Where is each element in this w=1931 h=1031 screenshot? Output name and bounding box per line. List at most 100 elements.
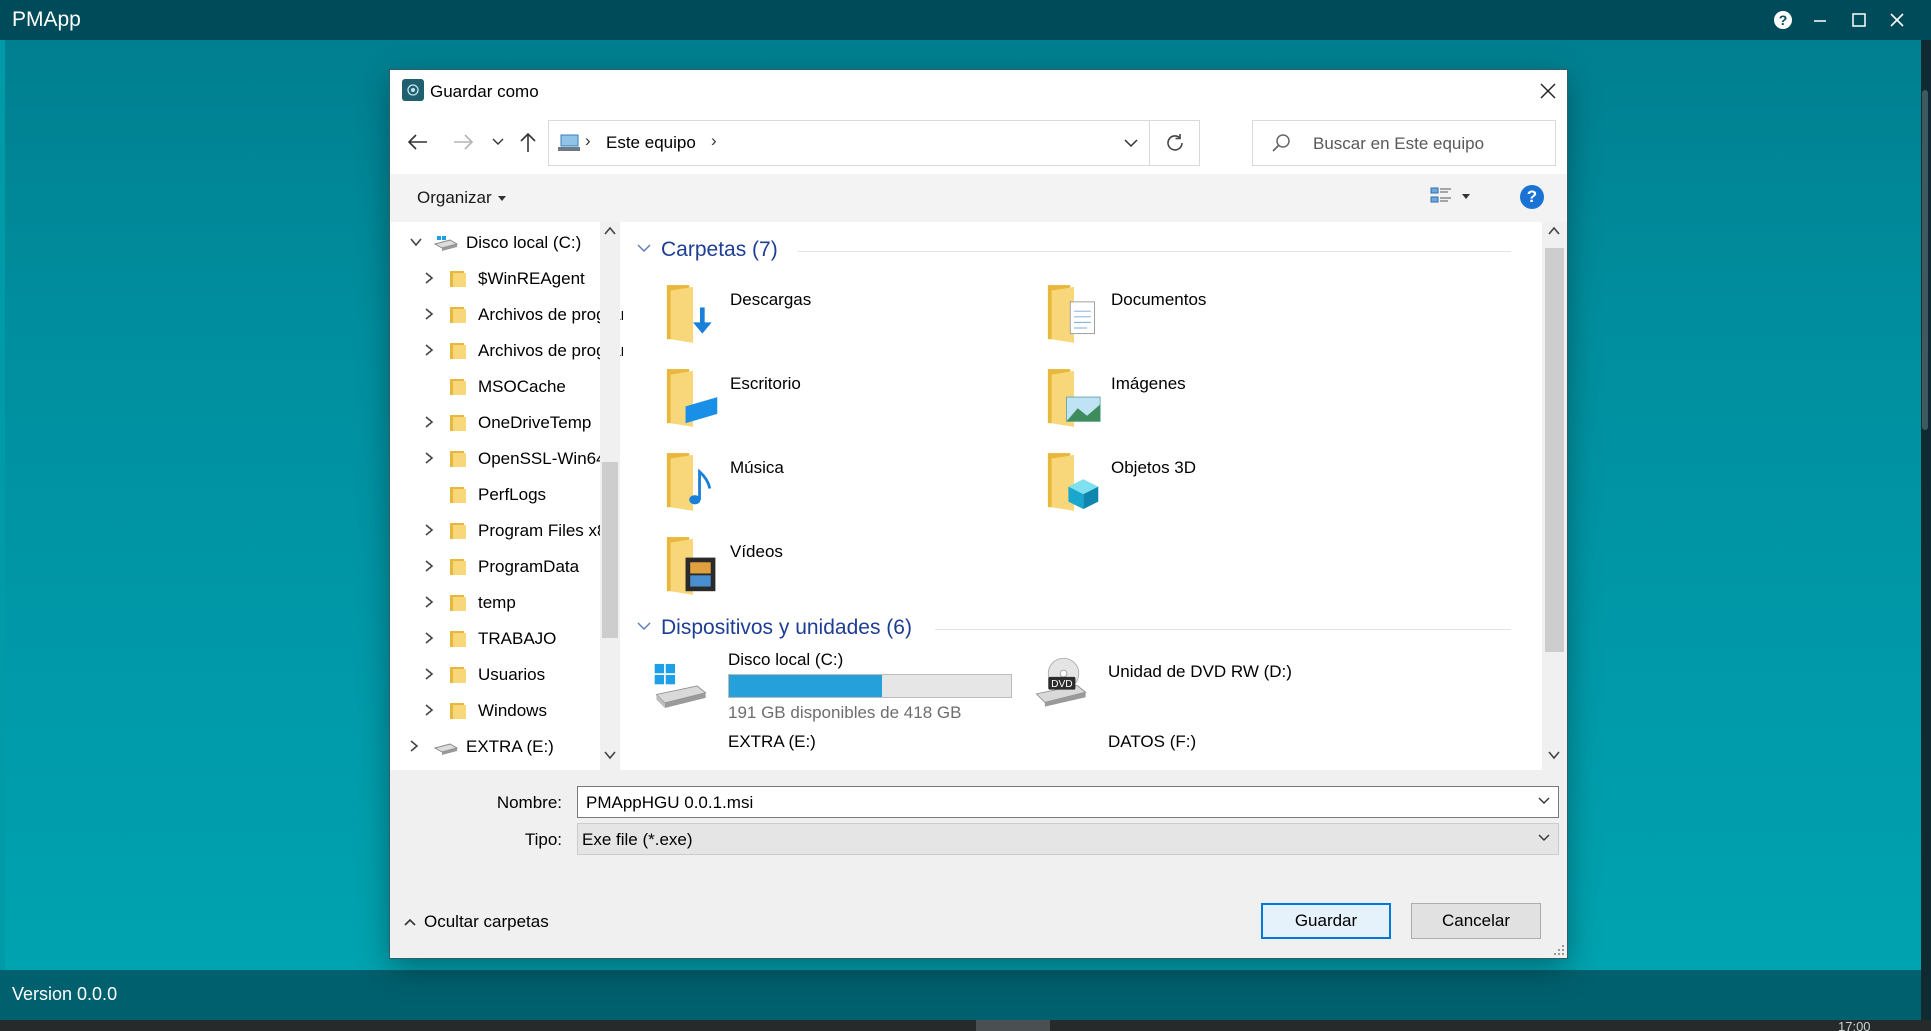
- folder-label: Escritorio: [730, 374, 801, 393]
- collapse-chevron-icon[interactable]: [637, 244, 651, 253]
- scroll-down-chevron-icon[interactable]: [604, 750, 616, 760]
- nav-tree-label: ProgramData: [478, 557, 580, 576]
- minimize-icon[interactable]: [1805, 6, 1835, 34]
- nav-tree-item[interactable]: ProgramData: [390, 552, 600, 582]
- caret-down-icon: [1462, 193, 1470, 199]
- chevron-down-icon[interactable]: [1538, 834, 1550, 842]
- folder-tile[interactable]: Descargas: [665, 282, 1005, 350]
- close-icon[interactable]: [1882, 6, 1912, 34]
- cancel-button[interactable]: Cancelar: [1411, 903, 1541, 939]
- resize-grip-icon[interactable]: [1553, 944, 1565, 956]
- expand-chevron-icon[interactable]: [423, 416, 435, 428]
- folder-tile[interactable]: Documentos: [1046, 282, 1386, 350]
- breadcrumb-separator[interactable]: ›: [711, 131, 717, 151]
- folder-icon: [450, 595, 466, 611]
- nav-tree-item[interactable]: PerfLogs: [390, 480, 600, 510]
- file-type-label: Tipo:: [524, 830, 562, 849]
- address-bar[interactable]: › Este equipo ›: [548, 120, 1150, 166]
- expand-chevron-icon[interactable]: [423, 344, 435, 356]
- expand-chevron-icon[interactable]: [423, 560, 435, 572]
- nav-tree-item[interactable]: Windows: [390, 696, 600, 726]
- content-scrollbar-thumb[interactable]: [1545, 248, 1564, 652]
- taskbar-item[interactable]: [976, 1020, 1050, 1031]
- help-icon[interactable]: ?: [1768, 6, 1798, 34]
- help-icon[interactable]: ?: [1520, 185, 1544, 209]
- navigation-pane[interactable]: Disco local (C:) $WinREAgent Archivos de p…: [390, 222, 623, 770]
- save-button[interactable]: Guardar: [1261, 903, 1391, 939]
- drive-tile-e[interactable]: EXTRA (E:): [653, 732, 1013, 770]
- file-name-input[interactable]: PMAppHGU 0.0.1.msi: [577, 786, 1559, 818]
- folder-icon: [450, 667, 466, 683]
- folder-tile[interactable]: Vídeos: [665, 534, 1005, 602]
- group-header-folders[interactable]: Carpetas (7): [623, 234, 1523, 264]
- nav-tree-item[interactable]: temp: [390, 588, 600, 618]
- nav-tree-item[interactable]: Program Files x86: [390, 516, 616, 546]
- nav-tree-item[interactable]: Archivos de programa: [390, 336, 623, 366]
- folder-icon: [450, 379, 466, 395]
- folder-tile[interactable]: Escritorio: [665, 366, 1005, 434]
- svg-text:?: ?: [1779, 12, 1788, 28]
- nav-tree-item[interactable]: OneDriveTemp: [390, 408, 600, 438]
- recent-locations-chevron-icon[interactable]: [488, 128, 508, 156]
- nav-tree-item[interactable]: Usuarios: [390, 660, 600, 690]
- breadcrumb-separator[interactable]: ›: [585, 131, 591, 151]
- nav-tree-item[interactable]: Disco local (C:): [390, 228, 600, 258]
- nav-tree-item[interactable]: $WinREAgent: [390, 264, 600, 294]
- dialog-close-icon[interactable]: [1533, 76, 1563, 106]
- scroll-up-chevron-icon[interactable]: [604, 226, 616, 236]
- folder-icon: [450, 559, 466, 575]
- details-view-icon: [1430, 187, 1451, 203]
- downloads-folder-icon: [666, 285, 712, 343]
- folder-tile[interactable]: Imágenes: [1046, 366, 1386, 434]
- drive-tile-c[interactable]: Disco local (C:) 191 GB disponibles de 4…: [653, 650, 1013, 730]
- file-name-value: PMAppHGU 0.0.1.msi: [586, 793, 754, 812]
- app-scrollbar-thumb[interactable]: [1922, 90, 1928, 430]
- folder-tile[interactable]: Música: [665, 450, 1005, 518]
- change-view-button[interactable]: [1430, 186, 1470, 206]
- expand-chevron-icon[interactable]: [423, 596, 435, 608]
- drive-icon: [434, 743, 458, 755]
- app-logo-icon: [402, 79, 424, 101]
- back-arrow-icon[interactable]: [402, 128, 434, 156]
- expand-chevron-icon[interactable]: [423, 308, 435, 320]
- collapse-chevron-icon[interactable]: [637, 622, 651, 631]
- file-type-select[interactable]: Exe file (*.exe): [577, 823, 1559, 855]
- nav-scrollbar[interactable]: [600, 222, 620, 770]
- nav-scrollbar-thumb[interactable]: [602, 462, 618, 638]
- folder-tile[interactable]: Objetos 3D: [1046, 450, 1386, 518]
- hide-folders-button[interactable]: Ocultar carpetas: [404, 912, 549, 932]
- nav-tree-item[interactable]: MSOCache: [390, 372, 600, 402]
- scroll-down-chevron-icon[interactable]: [1548, 750, 1560, 760]
- nav-tree-item[interactable]: Archivos de programa: [390, 300, 623, 330]
- drive-tile-f[interactable]: DATOS (F:): [1033, 732, 1393, 770]
- expand-chevron-icon[interactable]: [423, 452, 435, 464]
- expand-chevron-icon[interactable]: [423, 524, 435, 536]
- scroll-up-chevron-icon[interactable]: [1548, 226, 1560, 236]
- group-header-devices[interactable]: Dispositivos y unidades (6): [623, 612, 1523, 642]
- expand-chevron-icon[interactable]: [423, 668, 435, 680]
- maximize-icon[interactable]: [1844, 6, 1874, 34]
- folder-icon: [450, 451, 466, 467]
- content-pane[interactable]: Carpetas (7) Descargas Documentos Escritor…: [623, 222, 1551, 770]
- expand-chevron-icon[interactable]: [423, 632, 435, 644]
- chevron-down-icon[interactable]: [1538, 797, 1550, 805]
- expand-chevron-icon[interactable]: [423, 272, 435, 284]
- pictures-folder-icon: [1047, 369, 1101, 427]
- drive-tile-d[interactable]: DVD Unidad de DVD RW (D:): [1033, 650, 1393, 730]
- nav-tree-item[interactable]: EXTRA (E:): [390, 732, 600, 762]
- forward-arrow-icon[interactable]: [447, 128, 479, 156]
- up-arrow-icon[interactable]: [512, 128, 544, 156]
- refresh-icon[interactable]: [1150, 120, 1200, 166]
- nav-tree-label: MSOCache: [478, 377, 566, 396]
- search-input[interactable]: Buscar en Este equipo: [1252, 120, 1556, 166]
- expand-chevron-icon[interactable]: [423, 704, 435, 716]
- address-dropdown-chevron-icon[interactable]: [1124, 135, 1138, 153]
- content-scrollbar[interactable]: [1542, 222, 1567, 770]
- expanded-chevron-icon[interactable]: [410, 236, 422, 248]
- organize-menu-button[interactable]: Organizar: [417, 188, 506, 208]
- taskbar-clock: 17:00: [1838, 1019, 1871, 1031]
- expand-chevron-icon[interactable]: [408, 740, 420, 752]
- breadcrumb-location[interactable]: Este equipo: [606, 133, 696, 153]
- nav-tree-item[interactable]: OpenSSL-Win64: [390, 444, 606, 474]
- nav-tree-item[interactable]: TRABAJO: [390, 624, 600, 654]
